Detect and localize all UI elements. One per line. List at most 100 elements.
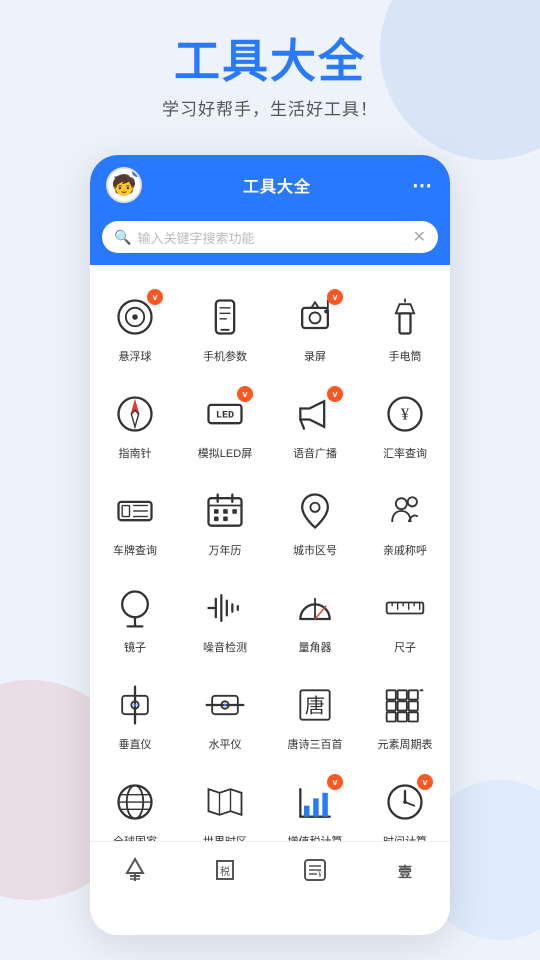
grid-item-periodic_table[interactable]: 元素周期表 bbox=[360, 665, 450, 762]
tang_poetry-icon-wrap: 唐 bbox=[289, 679, 341, 731]
nav-item-doc[interactable]: ¥ bbox=[270, 857, 360, 889]
page-subtitle: 学习好帮手，生活好工具！ bbox=[20, 95, 520, 120]
search-placeholder-text: 输入关键字搜索功能 bbox=[137, 228, 406, 247]
exchange_rate-label: 汇率查询 bbox=[383, 445, 427, 461]
grid-item-area_code[interactable]: 城市区号 bbox=[270, 471, 360, 568]
mirror-icon-wrap bbox=[109, 582, 161, 634]
record_screen-icon-wrap: v bbox=[289, 291, 341, 343]
grid-item-tang_poetry[interactable]: 唐唐诗三百首 bbox=[270, 665, 360, 762]
voice_broadcast-icon-wrap: v bbox=[289, 388, 341, 440]
calendar-label: 万年历 bbox=[209, 542, 242, 558]
grid-item-exchange_rate[interactable]: ¥ 汇率查询 bbox=[360, 374, 450, 471]
record_screen-badge: v bbox=[327, 289, 343, 305]
periodic_table-label: 元素周期表 bbox=[378, 736, 433, 752]
grid-item-voice_broadcast[interactable]: v 语音广播 bbox=[270, 374, 360, 471]
world_countries-label: 全球国家 bbox=[113, 833, 157, 841]
search-icon: 🔍 bbox=[114, 229, 131, 246]
nav-item-yen[interactable] bbox=[90, 857, 180, 889]
grid-item-phone_params[interactable]: 手机参数 bbox=[180, 277, 270, 374]
relatives-label: 亲戚称呼 bbox=[383, 542, 427, 558]
tools-grid-area: v悬浮球手机参数v录屏手电筒指南针LEDv模拟LED屏v语音广播¥汇率查询车牌查… bbox=[90, 265, 450, 841]
grid-item-time_calc[interactable]: v 时间计算 bbox=[360, 762, 450, 841]
page-header: 工具大全 学习好帮手，生活好工具！ bbox=[0, 0, 540, 136]
time_calc-label: 时间计算 bbox=[383, 833, 427, 841]
phone-topbar: 🧒 工具大全 ⋯ bbox=[90, 155, 450, 213]
search-clear-icon[interactable]: ✕ bbox=[413, 227, 426, 247]
time_calc-badge: v bbox=[417, 774, 433, 790]
level_horizontal-icon-wrap bbox=[199, 679, 251, 731]
grid-item-record_screen[interactable]: v录屏 bbox=[270, 277, 360, 374]
nav-doc-icon: ¥ bbox=[302, 857, 328, 889]
protractor-label: 量角器 bbox=[299, 639, 332, 655]
grid-item-mirror[interactable]: 镜子 bbox=[90, 568, 180, 665]
protractor-icon-wrap bbox=[289, 582, 341, 634]
exchange_rate-icon-wrap: ¥ bbox=[379, 388, 431, 440]
plate_query-label: 车牌查询 bbox=[113, 542, 157, 558]
fuqiu-badge: v bbox=[147, 289, 163, 305]
nav-item-one[interactable]: 壹 bbox=[360, 857, 450, 889]
grid-item-world_countries[interactable]: 全球国家 bbox=[90, 762, 180, 841]
calendar-icon-wrap bbox=[199, 485, 251, 537]
grid-item-tax_calc[interactable]: v增值税计算 bbox=[270, 762, 360, 841]
avatar[interactable]: 🧒 bbox=[106, 167, 142, 203]
svg-text:¥: ¥ bbox=[401, 405, 410, 424]
compass-icon-wrap bbox=[109, 388, 161, 440]
nav-tax-icon: 税 bbox=[212, 857, 238, 889]
noise_detect-icon-wrap bbox=[199, 582, 251, 634]
voice_broadcast-badge: v bbox=[327, 386, 343, 402]
svg-text:税: 税 bbox=[220, 865, 230, 878]
grid-item-compass[interactable]: 指南针 bbox=[90, 374, 180, 471]
nav-one-icon: 壹 bbox=[392, 857, 418, 889]
page-title: 工具大全 bbox=[20, 36, 520, 87]
area_code-label: 城市区号 bbox=[293, 542, 337, 558]
svg-text:壹: 壹 bbox=[398, 864, 412, 880]
grid-item-plate_query[interactable]: 车牌查询 bbox=[90, 471, 180, 568]
more-button[interactable]: ⋯ bbox=[412, 173, 434, 198]
world_time-icon-wrap bbox=[199, 776, 251, 828]
grid-item-led[interactable]: LEDv模拟LED屏 bbox=[180, 374, 270, 471]
led-badge: v bbox=[237, 386, 253, 402]
nav-item-tax[interactable]: 税 bbox=[180, 857, 270, 889]
grid-item-world_time[interactable]: 世界时区 bbox=[180, 762, 270, 841]
noise_detect-label: 噪音检测 bbox=[203, 639, 247, 655]
phone_params-icon-wrap bbox=[199, 291, 251, 343]
grid-item-protractor[interactable]: 量角器 bbox=[270, 568, 360, 665]
ruler-label: 尺子 bbox=[394, 639, 416, 655]
grid-item-ruler[interactable]: 尺子 bbox=[360, 568, 450, 665]
search-bar-container: 🔍 输入关键字搜索功能 ✕ bbox=[90, 213, 450, 265]
compass-label: 指南针 bbox=[119, 445, 152, 461]
nav-yen-icon bbox=[122, 857, 148, 889]
world_countries-icon-wrap bbox=[109, 776, 161, 828]
time_calc-icon-wrap: v bbox=[379, 776, 431, 828]
phone_params-label: 手机参数 bbox=[203, 348, 247, 364]
ruler-icon-wrap bbox=[379, 582, 431, 634]
phone-mockup: 🧒 工具大全 ⋯ 🔍 输入关键字搜索功能 ✕ v 悬浮球 手机参数 v录屏手电筒指南针… bbox=[90, 155, 450, 935]
voice_broadcast-label: 语音广播 bbox=[293, 445, 337, 461]
topbar-title: 工具大全 bbox=[243, 173, 311, 197]
search-input-wrap[interactable]: 🔍 输入关键字搜索功能 ✕ bbox=[102, 221, 438, 253]
svg-text:唐: 唐 bbox=[305, 694, 325, 717]
svg-text:LED: LED bbox=[216, 411, 234, 422]
mirror-label: 镜子 bbox=[124, 639, 146, 655]
level_vertical-icon-wrap bbox=[109, 679, 161, 731]
grid-item-calendar[interactable]: 万年历 bbox=[180, 471, 270, 568]
grid-item-fuqiu[interactable]: v 悬浮球 bbox=[90, 277, 180, 374]
grid-item-relatives[interactable]: 亲戚称呼 bbox=[360, 471, 450, 568]
tax_calc-icon-wrap: v bbox=[289, 776, 341, 828]
grid-item-level_horizontal[interactable]: 水平仪 bbox=[180, 665, 270, 762]
tang_poetry-label: 唐诗三百首 bbox=[288, 736, 343, 752]
fuqiu-label: 悬浮球 bbox=[119, 348, 152, 364]
avatar-badge bbox=[132, 167, 142, 177]
relatives-icon-wrap bbox=[379, 485, 431, 537]
level_horizontal-label: 水平仪 bbox=[209, 736, 242, 752]
flashlight-label: 手电筒 bbox=[389, 348, 422, 364]
bottom-nav: 税 ¥ 壹 bbox=[90, 841, 450, 901]
svg-text:¥: ¥ bbox=[318, 870, 322, 879]
grid-item-flashlight[interactable]: 手电筒 bbox=[360, 277, 450, 374]
tools-grid: v悬浮球手机参数v录屏手电筒指南针LEDv模拟LED屏v语音广播¥汇率查询车牌查… bbox=[90, 273, 450, 841]
grid-item-level_vertical[interactable]: 垂直仪 bbox=[90, 665, 180, 762]
tax_calc-badge: v bbox=[327, 774, 343, 790]
grid-item-noise_detect[interactable]: 噪音检测 bbox=[180, 568, 270, 665]
plate_query-icon-wrap bbox=[109, 485, 161, 537]
area_code-icon-wrap bbox=[289, 485, 341, 537]
